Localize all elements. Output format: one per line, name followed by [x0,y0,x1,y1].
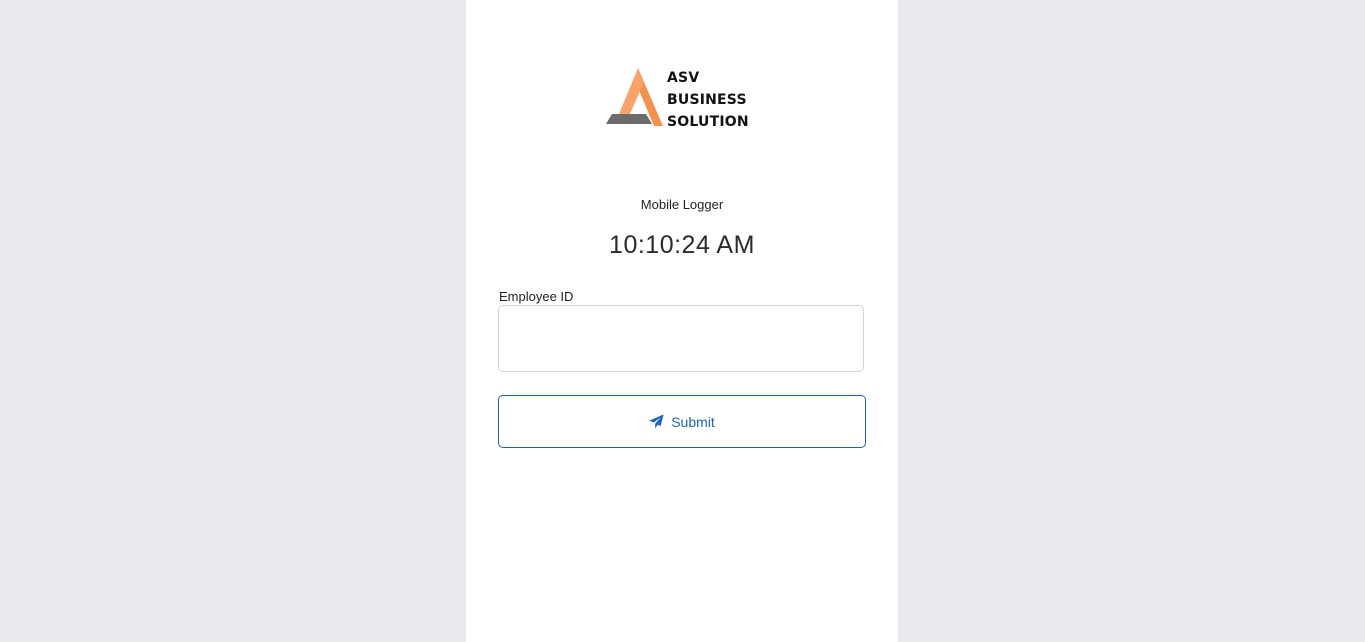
paper-plane-icon [649,414,664,429]
company-logo-mark [606,68,663,126]
company-name: ASV BUSINESS SOLUTION [667,67,749,133]
employee-id-input[interactable] [498,305,864,372]
company-name-line-3: SOLUTION [667,114,749,130]
login-panel: ASV BUSINESS SOLUTION Mobile Logger 10:1… [466,0,898,642]
app-title: Mobile Logger [640,197,724,212]
current-time: 10:10:24 AM [609,231,755,259]
company-logo: ASV BUSINESS SOLUTION [606,66,756,130]
submit-button[interactable]: Submit [498,395,866,448]
employee-id-label: Employee ID [499,289,574,304]
company-name-line-1: ASV [667,70,700,86]
submit-button-label: Submit [671,413,715,430]
company-name-line-2: BUSINESS [667,92,747,108]
